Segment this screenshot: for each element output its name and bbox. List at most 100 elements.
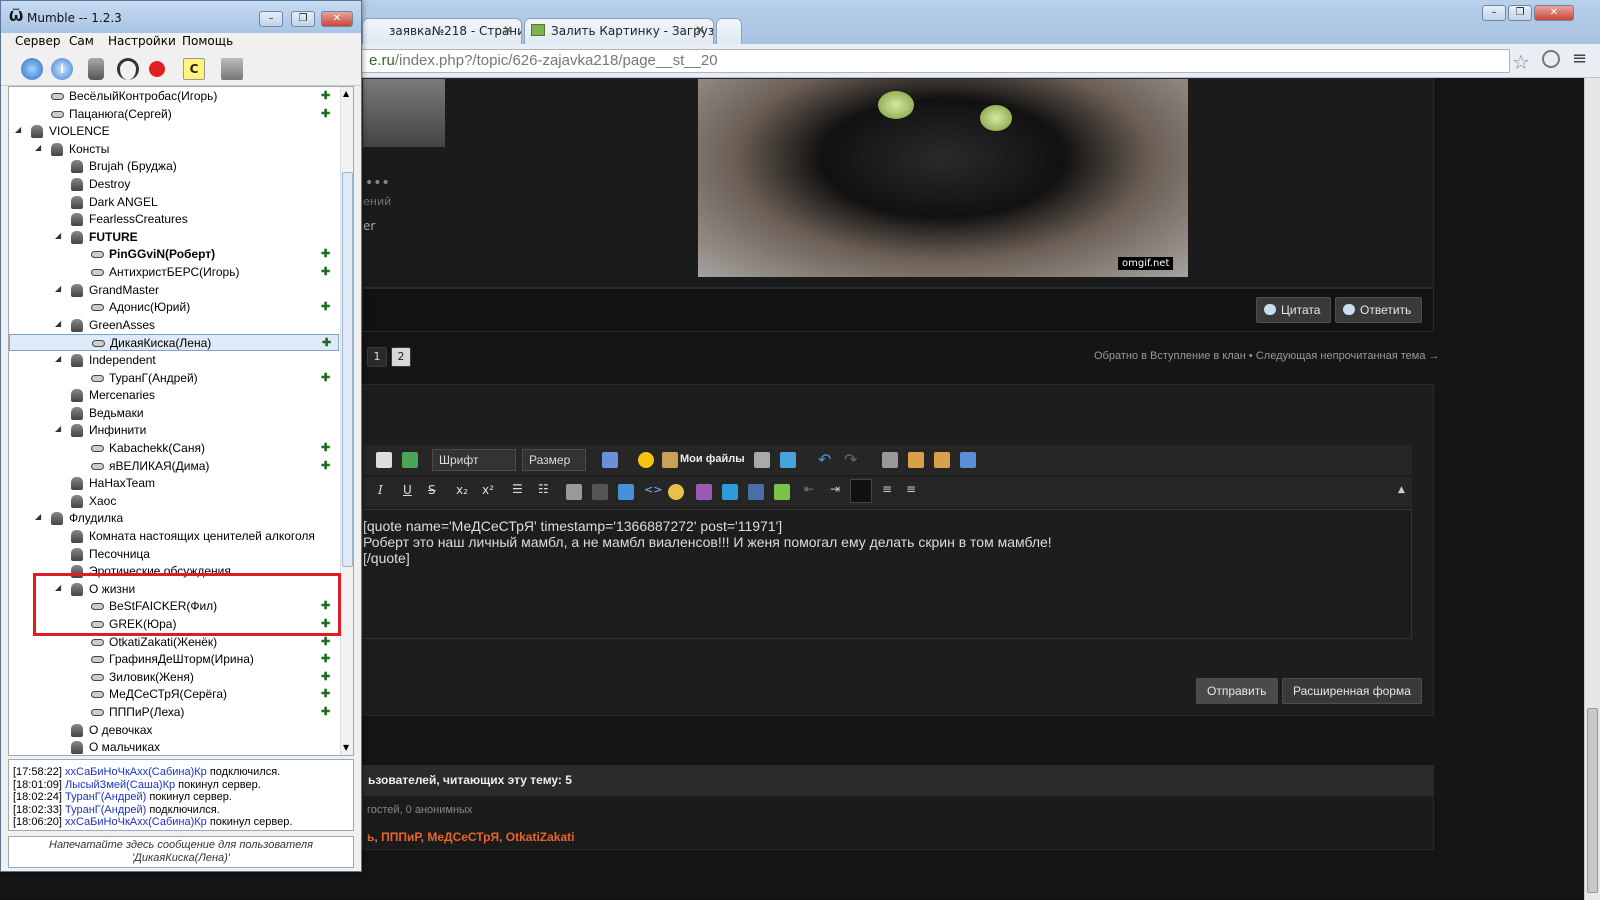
tree-channel[interactable]: ◢ FUTURE: [9, 229, 339, 246]
record-icon[interactable]: [149, 61, 165, 77]
close-window-button[interactable]: ✕: [1534, 5, 1574, 21]
close-icon[interactable]: ✕: [695, 23, 705, 37]
outdent-icon[interactable]: ⇤: [804, 482, 814, 496]
users-icon[interactable]: [221, 58, 243, 80]
star-icon[interactable]: ☆: [1512, 50, 1530, 74]
image-icon[interactable]: [402, 452, 418, 468]
minimize-button[interactable]: –: [259, 11, 283, 27]
scrollbar-thumb[interactable]: [1587, 708, 1598, 893]
tree-user[interactable]: АнтихристБЕРС(Игорь) ✚: [9, 264, 339, 281]
page-1-link[interactable]: 1: [367, 347, 387, 367]
menu-settings[interactable]: Настройки: [108, 34, 176, 48]
log-user[interactable]: ТуранГ(Андрей): [65, 791, 146, 803]
expand-arrow-icon[interactable]: ◢: [55, 424, 61, 433]
tree-channel[interactable]: ◢ Independent: [9, 352, 339, 369]
address-bar[interactable]: e.ru/index.php?/topic/626-zajavka218/pag…: [360, 49, 1510, 73]
tree-user[interactable]: ДикаяКиска(Лена) ✚: [9, 334, 339, 352]
tree-channel[interactable]: ◢ Флудилка: [9, 510, 339, 527]
tree-channel[interactable]: Песочница: [9, 546, 339, 563]
tree-scrollbar[interactable]: ▲ ▼: [340, 87, 353, 755]
superscript-icon[interactable]: x²: [482, 483, 494, 497]
tree-channel[interactable]: ◢ Консты: [9, 141, 339, 158]
media-icon[interactable]: [618, 484, 634, 500]
tree-user[interactable]: OtkatiZakati(Женёк) ✚: [9, 634, 339, 651]
expand-arrow-icon[interactable]: ◢: [15, 125, 21, 134]
tree-user[interactable]: ВесёлыйКонтробас(Игорь) ✚: [9, 88, 339, 105]
tree-channel[interactable]: Destroy: [9, 176, 339, 193]
tree-user[interactable]: ГрафиняДеШторм(Ирина) ✚: [9, 651, 339, 668]
tree-channel[interactable]: Brujah (Бруджа): [9, 158, 339, 175]
align-left-icon[interactable]: [850, 479, 872, 503]
tree-channel[interactable]: Mercenaries: [9, 387, 339, 404]
strike-icon[interactable]: S: [428, 483, 436, 497]
chat-log[interactable]: [17:58:22] ххСаБиНоЧкАхх(Сабина)Кр подкл…: [8, 759, 354, 831]
undo-icon[interactable]: ↶: [818, 450, 831, 469]
headphones-icon[interactable]: [117, 58, 139, 80]
code-icon[interactable]: <>: [644, 483, 662, 496]
extension-icon[interactable]: [1542, 50, 1560, 68]
tree-channel[interactable]: ◢ Инфинити: [9, 422, 339, 439]
link-icon[interactable]: [566, 484, 582, 500]
size-select[interactable]: Размер: [522, 449, 586, 471]
italic-icon[interactable]: I: [378, 483, 383, 497]
vk-icon[interactable]: [748, 484, 764, 500]
scroll-up-icon[interactable]: ▲: [343, 89, 349, 98]
expand-arrow-icon[interactable]: ◢: [55, 354, 61, 363]
online-user[interactable]: МеДСеСТрЯ: [427, 830, 499, 844]
new-tab-button[interactable]: [716, 18, 742, 44]
tree-user[interactable]: Kabachekk(Саня) ✚: [9, 440, 339, 457]
minimize-button[interactable]: –: [1482, 5, 1506, 21]
special-icon[interactable]: [754, 452, 770, 468]
unlink-icon[interactable]: [592, 484, 608, 500]
tree-user[interactable]: Зиловик(Женя) ✚: [9, 669, 339, 686]
tab-topic[interactable]: заявка№218 - Страница 2 ✕: [362, 18, 522, 44]
redo-icon[interactable]: ↷: [844, 450, 857, 469]
tree-user[interactable]: Адонис(Юрий) ✚: [9, 299, 339, 316]
reply-textarea[interactable]: [quote name='МеДСеСТрЯ' timestamp='13668…: [362, 509, 1412, 639]
menu-server[interactable]: Сервер: [15, 34, 60, 48]
online-user[interactable]: OtkatiZakati: [506, 830, 575, 844]
menu-self[interactable]: Сам: [69, 34, 94, 48]
bullet-list-icon[interactable]: ☰: [512, 482, 523, 496]
tree-channel[interactable]: Ведьмаки: [9, 405, 339, 422]
copy-icon[interactable]: [882, 452, 898, 468]
tree-channel[interactable]: Комната настоящих ценителей алкоголя: [9, 528, 339, 545]
channel-tree[interactable]: ВесёлыйКонтробас(Игорь) ✚ Пацанюга(Сергей)…: [8, 86, 354, 756]
scroll-down-icon[interactable]: ▼: [343, 743, 349, 752]
advanced-form-button[interactable]: Расширенная форма: [1282, 678, 1422, 704]
tree-user[interactable]: ПППиР(Леха) ✚: [9, 704, 339, 721]
maximize-button[interactable]: ❐: [1508, 5, 1532, 21]
tree-user[interactable]: Пацанюга(Сергей) ✚: [9, 106, 339, 123]
log-user[interactable]: ххСаБиНоЧкАхх(Сабина)Кр: [65, 816, 207, 828]
thread-nav-links[interactable]: Обратно в Вступление в клан • Следующая …: [1094, 350, 1440, 362]
subscript-icon[interactable]: x₂: [456, 483, 468, 497]
tree-channel[interactable]: ◢ VIOLENCE: [9, 123, 339, 140]
twitter-icon[interactable]: [722, 484, 738, 500]
expand-arrow-icon[interactable]: ◢: [55, 231, 61, 240]
send-button[interactable]: Отправить: [1196, 678, 1278, 704]
tree-user[interactable]: яВЕЛИКАЯ(Дима) ✚: [9, 458, 339, 475]
chat-input[interactable]: Напечатайте здесь сообщение для пользова…: [8, 836, 354, 868]
tree-channel[interactable]: ◢ GreenAsses: [9, 317, 339, 334]
info-icon[interactable]: i: [51, 58, 73, 80]
tree-channel[interactable]: FearlessCreatures: [9, 211, 339, 228]
tree-user[interactable]: ТуранГ(Андрей) ✚: [9, 370, 339, 387]
smiley-icon[interactable]: [638, 452, 654, 468]
indent-icon[interactable]: ⇥: [830, 482, 840, 496]
quote-button[interactable]: Цитата: [1256, 297, 1332, 323]
files-icon[interactable]: [662, 452, 678, 468]
spoiler-icon[interactable]: [696, 484, 712, 500]
quote-icon[interactable]: [668, 484, 684, 500]
paste-text-icon[interactable]: [934, 452, 950, 468]
tree-channel[interactable]: ◢ GrandMaster: [9, 282, 339, 299]
color-icon[interactable]: [602, 452, 618, 468]
page-scrollbar[interactable]: [1584, 78, 1600, 900]
close-icon[interactable]: ✕: [503, 23, 513, 37]
check-icon[interactable]: [774, 484, 790, 500]
paste-word-icon[interactable]: [960, 452, 976, 468]
microphone-icon[interactable]: [88, 58, 104, 80]
eraser-icon[interactable]: [376, 452, 392, 468]
align-right-icon[interactable]: ≡: [906, 482, 916, 496]
maximize-button[interactable]: ❐: [291, 11, 315, 27]
online-user[interactable]: ПППиР: [381, 830, 421, 844]
